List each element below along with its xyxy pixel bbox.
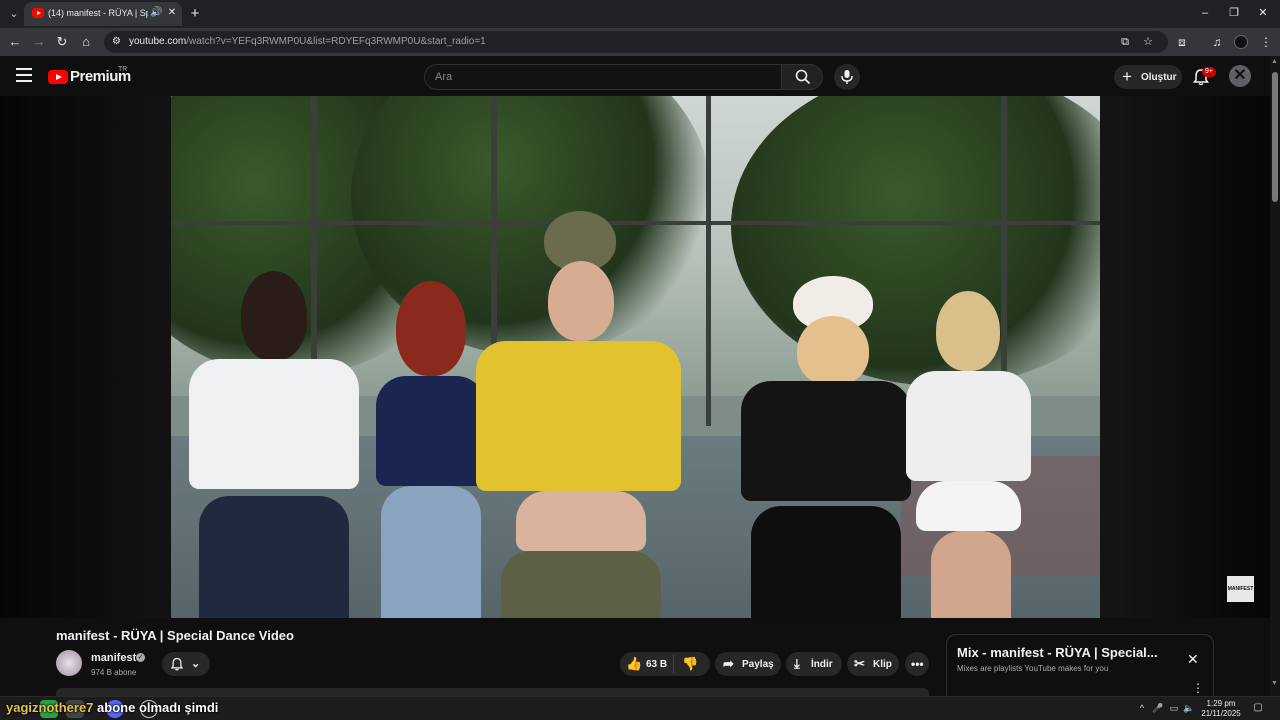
like-dislike-group: 👍 63 B 👎	[620, 652, 710, 676]
like-divider	[673, 655, 674, 673]
subscriber-count: 974 B abone	[91, 668, 137, 677]
mix-title[interactable]: Mix - manifest - RÜYA | Special...	[957, 645, 1158, 660]
download-icon: ⤓	[794, 656, 800, 671]
dancer-figure	[901, 291, 1041, 618]
windows-taskbar: yagiznothere7 abone olmadı şimdi ^ 🎤 ▭ 🔈…	[0, 696, 1280, 720]
fence-post	[706, 96, 711, 426]
browser-menu-icon[interactable]: ⋮	[1258, 34, 1274, 50]
channel-avatar[interactable]	[56, 650, 82, 676]
youtube-header: Premium TR + Oluştur 9+ ✕	[0, 56, 1280, 96]
url-path: /watch?v=YEFq3RWMP0U&list=RDYEFq3RWMP0U&…	[186, 36, 486, 47]
mix-close-icon[interactable]: ✕	[1187, 651, 1199, 668]
voice-search-button[interactable]	[834, 64, 860, 90]
notification-message: abone olmadı şimdi	[97, 700, 219, 715]
share-label: Paylaş	[742, 659, 774, 670]
dislike-button[interactable]: 👎	[682, 656, 698, 672]
address-bar[interactable]: ⚙ youtube.com/watch?v=YEFq3RWMP0U&list=R…	[104, 31, 1168, 53]
install-app-icon[interactable]: ⧉	[1118, 35, 1132, 49]
search-box[interactable]	[424, 64, 782, 90]
dancer-figure	[371, 281, 491, 618]
more-horizontal-icon: •••	[911, 657, 924, 671]
download-button[interactable]: ⤓ İndir	[786, 652, 842, 676]
account-avatar[interactable]: ✕	[1229, 65, 1251, 87]
clock-date: 21/11/2025	[1201, 709, 1241, 718]
url-text[interactable]: youtube.com/watch?v=YEFq3RWMP0U&list=RDY…	[129, 36, 486, 47]
page-scrollbar[interactable]: ▲ ▼	[1270, 56, 1280, 696]
share-arrow-icon: ➦	[723, 656, 734, 671]
minimize-button[interactable]: –	[1198, 6, 1212, 20]
forward-button[interactable]: →	[31, 34, 47, 50]
restore-button[interactable]: ❐	[1227, 6, 1241, 20]
extensions-icon[interactable]: ⧈	[1174, 34, 1190, 50]
like-button[interactable]: 👍	[626, 656, 642, 672]
dancer-figure	[741, 276, 911, 618]
browser-toolbar: ← → ↻ ⌂ ⚙ youtube.com/watch?v=YEFq3RWMP0…	[0, 28, 1280, 56]
tray-network-icon[interactable]: ▭	[1168, 702, 1180, 714]
browser-tab[interactable]: (14) manifest - RÜYA | Special Dance Vid…	[24, 2, 182, 26]
dancer-figure	[476, 211, 681, 618]
site-info-icon[interactable]: ⚙	[112, 36, 124, 48]
create-button[interactable]: + Oluştur	[1114, 65, 1182, 89]
dancer-figure	[179, 271, 369, 618]
share-button[interactable]: ➦ Paylaş	[715, 652, 781, 676]
tab-search-chevron-icon[interactable]: ⌄	[6, 6, 22, 22]
plus-icon: +	[1122, 67, 1132, 86]
stream-chat-notification: yagiznothere7 abone olmadı şimdi	[6, 700, 218, 715]
tab-close-icon[interactable]: ✕	[166, 7, 178, 19]
notification-center-icon[interactable]: ▢	[1252, 702, 1264, 714]
clip-button[interactable]: ✂ Klip	[847, 652, 899, 676]
tray-chevron-up-icon[interactable]: ^	[1136, 702, 1148, 714]
channel-name[interactable]: manifest	[91, 652, 136, 664]
search-icon	[795, 69, 811, 85]
mix-subtitle: Mixes are playlists YouTube makes for yo…	[957, 664, 1109, 673]
clock-time: 1:29 pm	[1206, 699, 1236, 708]
search-button[interactable]	[781, 64, 823, 90]
subscription-bell-button[interactable]: ⌄	[162, 652, 210, 676]
like-count[interactable]: 63 B	[646, 659, 667, 670]
mix-playlist-panel: Mix - manifest - RÜYA | Special... Mixes…	[946, 634, 1214, 704]
browser-tab-strip: ⌄ (14) manifest - RÜYA | Special Dance V…	[0, 0, 1280, 28]
hamburger-menu-icon[interactable]	[16, 68, 32, 82]
profile-avatar[interactable]	[1234, 35, 1248, 49]
tab-title: (14) manifest - RÜYA | Special Dance Vid…	[48, 8, 148, 18]
scrollbar-thumb[interactable]	[1272, 72, 1278, 202]
notification-user: yagiznothere7	[6, 700, 94, 715]
bookmark-star-icon[interactable]: ☆	[1141, 35, 1155, 49]
media-controls-icon[interactable]: ♫	[1209, 34, 1225, 50]
back-button[interactable]: ←	[7, 34, 23, 50]
mix-more-icon[interactable]: ⋮	[1192, 681, 1204, 695]
home-button[interactable]: ⌂	[78, 34, 94, 50]
microphone-icon	[841, 70, 853, 84]
taskbar-clock[interactable]: 1:29 pm 21/11/2025	[1198, 699, 1244, 719]
scroll-up-arrow-icon[interactable]: ▲	[1271, 58, 1278, 65]
scroll-down-arrow-icon[interactable]: ▼	[1271, 680, 1278, 687]
youtube-play-logo-icon	[48, 70, 68, 84]
chevron-down-icon: ⌄	[191, 658, 201, 670]
url-host: youtube.com	[129, 36, 187, 47]
new-tab-button[interactable]: +	[186, 5, 204, 23]
more-actions-button[interactable]: •••	[905, 652, 929, 676]
clip-label: Klip	[873, 659, 892, 670]
download-label: İndir	[811, 659, 833, 670]
tray-volume-icon[interactable]: 🔈	[1183, 702, 1195, 714]
logo-country-code: TR	[118, 66, 128, 73]
speaker-icon[interactable]: 🔊	[150, 7, 162, 19]
bell-icon	[170, 657, 184, 671]
search-input[interactable]	[435, 69, 765, 85]
scissors-icon: ✂	[854, 656, 865, 671]
notification-count-badge: 9+	[1202, 67, 1216, 77]
video-player[interactable]	[171, 96, 1100, 618]
video-title: manifest - RÜYA | Special Dance Video	[56, 628, 294, 643]
video-watermark-logo: MANIFEST	[1227, 576, 1254, 602]
youtube-favicon-icon	[32, 8, 44, 18]
create-label: Oluştur	[1141, 72, 1177, 83]
verified-check-icon: ✓	[136, 653, 145, 662]
tray-microphone-icon[interactable]: 🎤	[1152, 702, 1164, 714]
reload-button[interactable]: ↻	[54, 34, 70, 50]
window-close-button[interactable]: ✕	[1256, 6, 1270, 20]
